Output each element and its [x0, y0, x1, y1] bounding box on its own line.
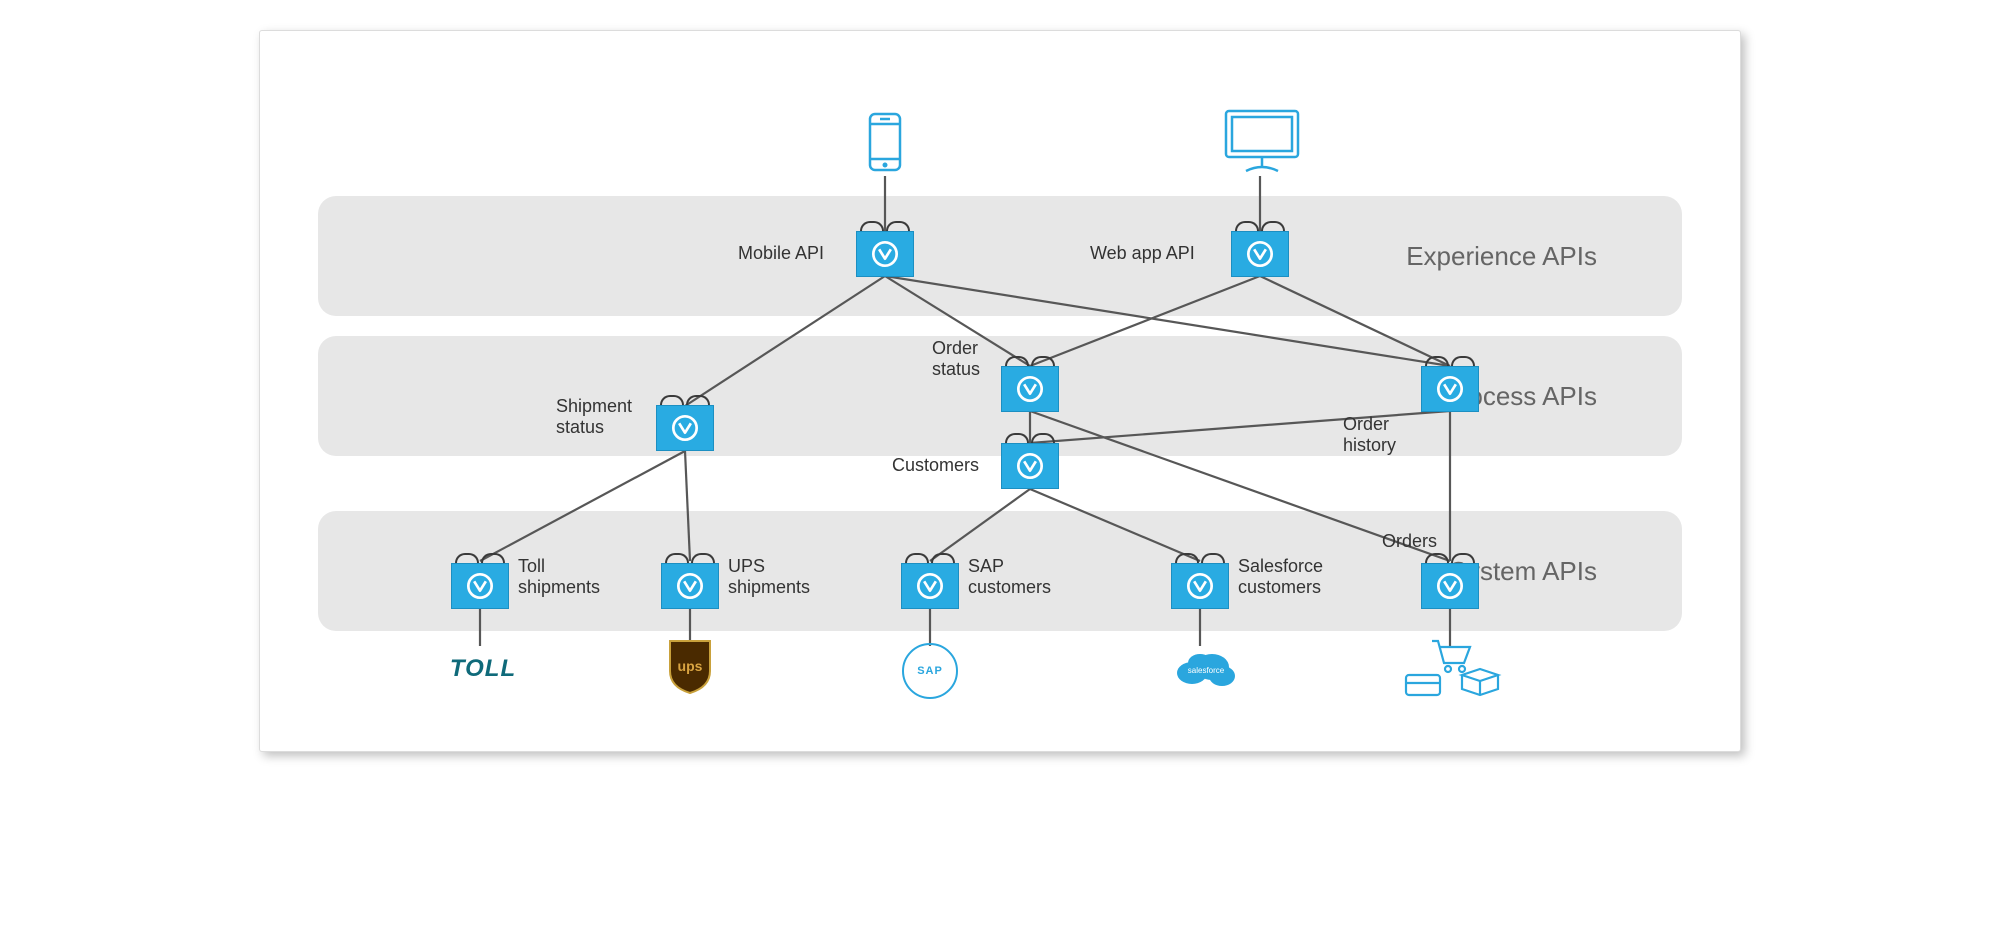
label-order-history: Order history	[1343, 414, 1396, 455]
label-toll-shipments: Toll shipments	[518, 556, 600, 597]
label-shipment-status: Shipment status	[556, 396, 632, 437]
node-shipment-status	[656, 405, 714, 451]
label-sap-customers: SAP customers	[968, 556, 1051, 597]
label-mobile-api: Mobile API	[738, 243, 824, 264]
diagram-card: Experience APIs Process APIs System APIs	[259, 30, 1741, 752]
mobile-icon	[865, 111, 905, 178]
label-order-status: Order status	[932, 338, 980, 379]
salesforce-logo: salesforce	[1170, 643, 1240, 691]
node-order-status	[1001, 366, 1059, 412]
node-ups-shipments	[661, 563, 719, 609]
sap-logo: SAP	[902, 643, 958, 699]
svg-text:ups: ups	[678, 658, 703, 674]
node-salesforce-customers	[1171, 563, 1229, 609]
label-webapp-api: Web app API	[1090, 243, 1195, 264]
node-customers	[1001, 443, 1059, 489]
label-ups-shipments: UPS shipments	[728, 556, 810, 597]
commerce-icons	[1400, 635, 1510, 699]
node-orders	[1421, 563, 1479, 609]
ups-logo: ups	[666, 639, 714, 695]
label-orders: Orders	[1382, 531, 1437, 552]
node-order-history	[1421, 366, 1479, 412]
node-toll-shipments	[451, 563, 509, 609]
node-webapp-api	[1231, 231, 1289, 277]
svg-text:salesforce: salesforce	[1188, 666, 1225, 675]
node-mobile-api	[856, 231, 914, 277]
desktop-icon	[1220, 105, 1304, 180]
node-sap-customers	[901, 563, 959, 609]
label-customers: Customers	[892, 455, 979, 476]
band-experience: Experience APIs	[318, 196, 1682, 316]
band-experience-label: Experience APIs	[1406, 240, 1597, 273]
label-salesforce-customers: Salesforce customers	[1238, 556, 1323, 597]
toll-logo: TOLL	[428, 649, 538, 689]
